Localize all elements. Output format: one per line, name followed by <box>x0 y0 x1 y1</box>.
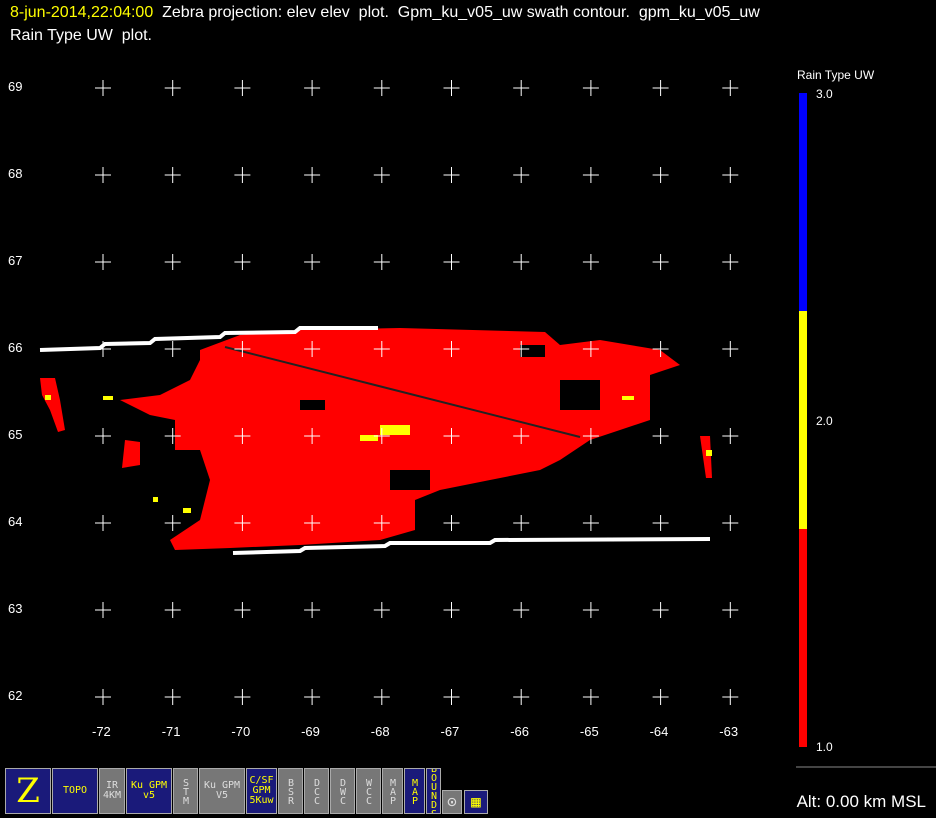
lon-label: -70 <box>231 724 251 739</box>
lat-label: 62 <box>8 688 23 703</box>
colorbar-label-3: 3.0 <box>816 87 833 101</box>
wcc-button[interactable]: WCC <box>356 768 381 814</box>
stm-button[interactable]: STM <box>173 768 198 814</box>
map-gray-button[interactable]: MAP <box>382 768 403 814</box>
circle-button[interactable]: ⊙ <box>442 790 462 814</box>
bounds-button[interactable]: BOUNDS <box>426 768 441 814</box>
lon-label: -64 <box>649 724 669 739</box>
lon-label: -72 <box>92 724 111 739</box>
lon-label: -63 <box>719 724 739 739</box>
colorbar-segment-3 <box>799 93 807 311</box>
ku-v5-button[interactable]: Ku GPM V5 <box>199 768 245 814</box>
lon-label: -66 <box>510 724 529 739</box>
dcc-button[interactable]: DCC <box>304 768 329 814</box>
grid-button[interactable]: ▦ <box>464 790 488 814</box>
topo-button[interactable]: TOPO <box>52 768 98 814</box>
bsr-button[interactable]: BSR <box>278 768 303 814</box>
lat-label: 64 <box>8 514 23 529</box>
map-blue-button[interactable]: MAP <box>404 768 425 814</box>
lon-label: -69 <box>301 724 320 739</box>
csf-button[interactable]: C/SF GPM 5Kuw <box>246 768 277 814</box>
lon-label: -65 <box>579 724 599 739</box>
lat-label: 68 <box>8 166 23 181</box>
colorbar <box>796 93 936 768</box>
ir-button[interactable]: IR 4KM <box>99 768 125 814</box>
lat-label: 67 <box>8 253 23 268</box>
lon-label: -71 <box>161 724 181 739</box>
colorbar-segment-2 <box>799 311 807 529</box>
lat-label: 63 <box>8 601 23 616</box>
lon-label: -67 <box>440 724 460 739</box>
rain-field <box>40 328 712 550</box>
colorbar-title: Rain Type UW <box>797 68 875 82</box>
map-plot[interactable] <box>0 0 936 818</box>
lon-label: -68 <box>370 724 390 739</box>
dwc-button[interactable]: DWC <box>330 768 355 814</box>
lat-label: 65 <box>8 427 23 442</box>
ku-gpm-button[interactable]: Ku GPM v5 <box>126 768 172 814</box>
colorbar-label-2: 2.0 <box>816 414 833 428</box>
colorbar-label-1: 1.0 <box>816 740 833 754</box>
zebra-button[interactable]: Z <box>5 768 51 814</box>
lat-label: 69 <box>8 79 23 94</box>
lat-label: 66 <box>8 340 23 355</box>
altitude-readout: Alt: 0.00 km MSL <box>796 792 926 811</box>
colorbar-segment-1 <box>799 529 807 747</box>
